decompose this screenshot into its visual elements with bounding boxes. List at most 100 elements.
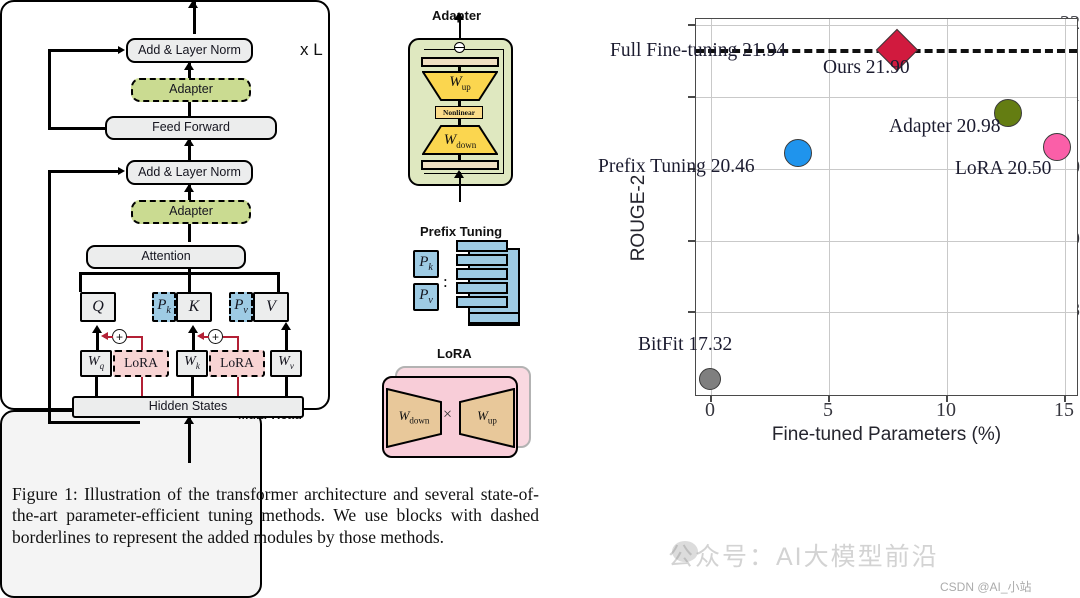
line-hidden-to-wq xyxy=(95,377,98,397)
block-label: Adapter xyxy=(169,204,213,219)
chart-y-axis-title: ROUGE-2 xyxy=(628,174,649,262)
data-point-prefix-tuning[interactable] xyxy=(784,139,812,167)
node-w-k: Wk xyxy=(176,350,208,377)
prefix-bar-4 xyxy=(456,282,508,294)
label-adapter: Adapter 20.98 xyxy=(889,116,1001,137)
node-p-v-label: Pv xyxy=(234,296,248,316)
node-w-k-label: Wk xyxy=(184,354,200,372)
block-label: Hidden States xyxy=(148,399,228,414)
node-k-label: K xyxy=(188,297,200,315)
input-arrow-icon xyxy=(184,416,194,424)
node-q-label: Q xyxy=(92,297,104,315)
data-point-lora[interactable] xyxy=(1043,133,1071,161)
node-q: Q xyxy=(80,292,116,322)
prefix-bar-6 xyxy=(468,312,520,324)
prefix-node-p-k: Pk xyxy=(413,250,439,278)
adapter-w-down-label: Wdown xyxy=(443,132,477,150)
figure-1-column: x L Add & Layer Norm Adapter Feed Forwar… xyxy=(0,0,560,598)
lora-times-symbol: × xyxy=(443,406,453,423)
chart-x-tick-15: 15 xyxy=(1054,399,1074,421)
panel-title-lora: LoRA xyxy=(437,346,472,361)
prefix-bar-3 xyxy=(456,268,508,280)
figure-1-caption: Figure 1: Illustration of the transforme… xyxy=(12,484,539,547)
chart-y-tickmark-21 xyxy=(688,96,695,98)
chart-x-tick-0: 0 xyxy=(705,399,715,421)
prefix-p-v-label: Pv xyxy=(419,286,433,306)
block-label: Add & Layer Norm xyxy=(138,42,241,57)
node-w-q: Wq xyxy=(80,350,112,377)
panel-title-prefix-tuning: Prefix Tuning xyxy=(420,224,503,239)
data-point-bitfit[interactable] xyxy=(699,368,721,390)
gridline-y-18 xyxy=(696,312,1077,313)
adapter-input-arrow-icon xyxy=(454,170,464,178)
figure-page: x L Add & Layer Norm Adapter Feed Forwar… xyxy=(0,0,1080,598)
arrow-adapter-to-addnorm-top-icon xyxy=(184,62,194,70)
block-label: Attention xyxy=(141,249,191,264)
prefix-bar-5 xyxy=(456,296,508,308)
block-label: Adapter xyxy=(169,82,213,97)
residual-line-bottom-base xyxy=(48,421,140,424)
adapter-nonlinear-label: Nonlinear xyxy=(442,108,476,117)
chart-x-axis-title: Fine-tuned Parameters (%) xyxy=(771,424,1002,445)
node-w-q-label: Wq xyxy=(87,354,105,372)
chart-x-tickmark-0 xyxy=(710,395,712,402)
figure-2-column: ROUGE-2 Fine-tuned Parameters (%) 22 21 … xyxy=(560,0,1080,598)
gridline-x-10 xyxy=(947,19,948,395)
add-operator-k: + xyxy=(208,329,223,344)
node-v: V xyxy=(253,292,289,322)
performance-scatter-chart: ROUGE-2 Fine-tuned Parameters (%) 22 21 … xyxy=(592,0,1080,470)
prefix-node-p-v: Pv xyxy=(413,283,439,311)
line-wq-to-q xyxy=(96,333,99,350)
qkv-fanout-bar xyxy=(79,272,279,275)
block-attention: Attention xyxy=(86,245,246,269)
line-wk-to-k xyxy=(192,333,195,350)
gridline-y-22 xyxy=(696,25,1077,26)
node-w-v: Wv xyxy=(270,350,302,377)
arrow-addnorm-to-ff-icon xyxy=(184,138,194,146)
layer-repeat-label: x L xyxy=(300,40,323,59)
adapter-w-up-label: Wup xyxy=(449,74,471,92)
node-lora-q-label: LoRA xyxy=(124,355,158,371)
lora-path-q-tip xyxy=(104,335,113,338)
chart-y-tickmark-22 xyxy=(688,24,695,26)
node-p-v: Pv xyxy=(229,292,253,322)
chart-y-tickmark-18 xyxy=(688,311,695,313)
arrow-wv-to-v-icon xyxy=(281,322,291,330)
line-hidden-to-wv xyxy=(285,377,288,397)
block-add-layer-norm-top: Add & Layer Norm xyxy=(126,38,253,63)
block-add-layer-norm-bottom: Add & Layer Norm xyxy=(126,160,253,185)
label-ours: Ours 21.90 xyxy=(823,57,910,78)
line-attention-to-adapter xyxy=(188,224,191,242)
adapter-bottom-bar xyxy=(421,160,499,170)
adapter-top-bar xyxy=(421,57,499,67)
line-ff-to-adapter-top xyxy=(188,102,191,116)
prefix-p-k-label: Pk xyxy=(419,253,433,273)
node-p-k: Pk xyxy=(152,292,176,322)
residual-line-top-vertical xyxy=(48,51,51,129)
node-p-k-label: Pk xyxy=(157,296,171,316)
block-label: Add & Layer Norm xyxy=(138,164,241,179)
label-prefix-tuning: Prefix Tuning 20.46 xyxy=(598,156,755,177)
plus-glyph: + xyxy=(115,329,123,344)
output-arrow-icon xyxy=(188,0,198,8)
node-lora-q: LoRA xyxy=(113,350,169,377)
block-label: Feed Forward xyxy=(152,120,230,135)
lora-w-down-label: Wdown xyxy=(398,408,430,426)
block-adapter-bottom: Adapter xyxy=(131,200,251,224)
chart-x-tick-10: 10 xyxy=(936,399,956,421)
node-lora-k-label: LoRA xyxy=(220,355,254,371)
prefix-colon: : xyxy=(443,272,448,291)
chart-x-tickmark-5 xyxy=(828,395,830,402)
lora-w-up-label: Wup xyxy=(477,408,497,426)
line-hidden-to-wk xyxy=(191,377,194,397)
label-bitfit: BitFit 17.32 xyxy=(638,334,733,355)
label-full-fine-tuning: Full Fine-tuning 21.94 xyxy=(610,40,787,61)
gridline-x-15 xyxy=(1065,19,1066,395)
chart-x-tickmark-15 xyxy=(1064,395,1066,402)
residual-line-bottom-horizontal xyxy=(48,170,120,173)
input-line xyxy=(188,418,191,463)
adapter-nonlinear-block: Nonlinear xyxy=(435,106,483,119)
arrow-adapter-to-addnorm-bottom-icon xyxy=(184,184,194,192)
add-operator-q: + xyxy=(112,329,127,344)
residual-arrow-bottom-icon xyxy=(118,167,125,175)
